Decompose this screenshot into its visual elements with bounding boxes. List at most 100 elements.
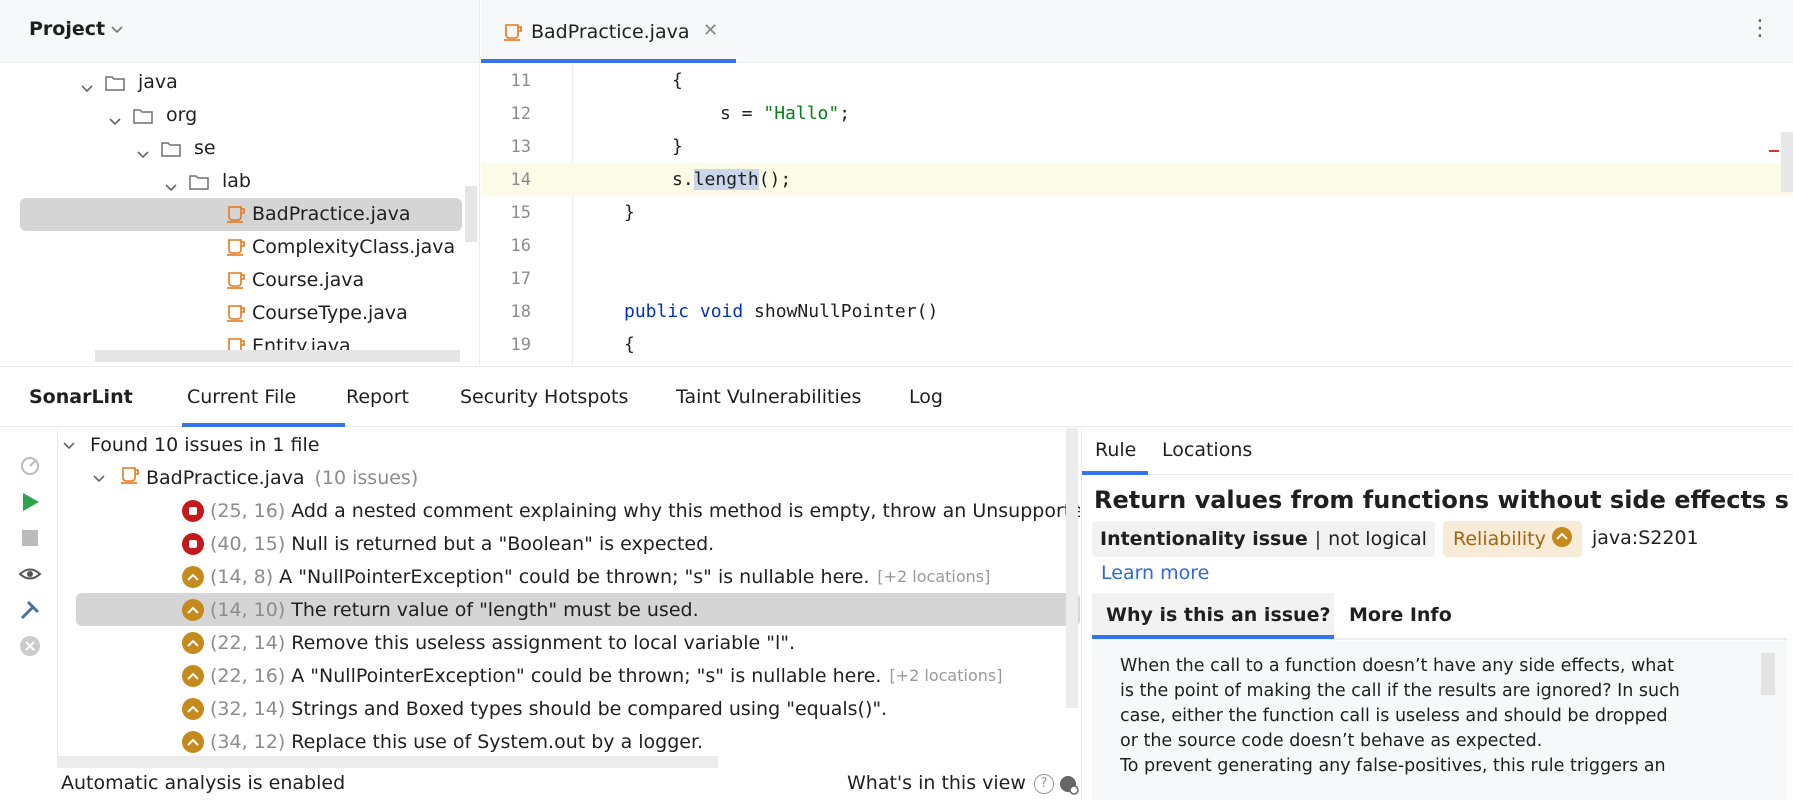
code-line[interactable]: 12 s = "Hallo"; xyxy=(481,97,1793,130)
project-header: Project xyxy=(0,0,480,63)
issue-row[interactable]: (25, 16) Add a nested comment explaining … xyxy=(182,494,1080,527)
java-file-icon xyxy=(226,237,246,262)
issue-row[interactable]: (22, 16) A "NullPointerException" could b… xyxy=(182,659,1002,692)
tree-item[interactable]: BadPractice.java xyxy=(20,198,462,231)
code-line[interactable]: 16 xyxy=(481,229,1793,262)
tab-current-file[interactable]: Current File xyxy=(187,367,296,427)
tab-why-issue-label: Why is this an issue? xyxy=(1106,604,1331,626)
description-scrollbar[interactable] xyxy=(1761,653,1775,695)
active-tab-indicator xyxy=(182,423,345,427)
tab-more-info[interactable]: More Info xyxy=(1349,604,1452,626)
rule-title: Return values from functions without sid… xyxy=(1094,486,1789,514)
chevron-down-icon xyxy=(92,467,106,489)
issue-message: Null is returned but a "Boolean" is expe… xyxy=(291,532,715,555)
tab-log[interactable]: Log xyxy=(909,367,943,427)
editor-scrollbar[interactable] xyxy=(1781,132,1793,192)
impact-quality: Reliability xyxy=(1453,528,1546,550)
editor-tab-label: BadPractice.java xyxy=(531,21,690,43)
code-text: { xyxy=(624,334,635,355)
help-icon[interactable]: ? xyxy=(1034,774,1054,794)
rule-tab-bar: Rule Locations xyxy=(1082,428,1793,475)
tab-security-hotspots[interactable]: Security Hotspots xyxy=(460,367,628,427)
issue-row[interactable]: (22, 14) Remove this useless assignment t… xyxy=(182,626,795,659)
learn-more-link[interactable]: Learn more xyxy=(1101,562,1209,584)
tab-why-issue[interactable]: Why is this an issue? xyxy=(1092,593,1334,639)
java-file-icon xyxy=(503,22,523,42)
code-line[interactable]: 17 xyxy=(481,262,1793,295)
chevron-down-icon xyxy=(136,143,150,165)
issue-location: (22, 16) xyxy=(210,664,286,687)
file-node-row[interactable]: BadPractice.java (10 issues) xyxy=(92,461,418,494)
code-line[interactable]: 14 s.length(); xyxy=(481,163,1793,196)
issue-row[interactable]: (14, 10) The return value of "length" mus… xyxy=(76,593,1080,626)
issue-message: Remove this useless assignment to local … xyxy=(291,631,796,654)
clear-icon[interactable] xyxy=(18,634,42,658)
chevron-down-icon[interactable] xyxy=(110,25,124,35)
error-stripe-marker[interactable] xyxy=(1769,150,1779,152)
tree-item[interactable]: lab xyxy=(0,165,470,198)
tools-icon[interactable] xyxy=(18,598,42,622)
issues-scrollbar[interactable] xyxy=(1066,428,1078,708)
tree-item[interactable]: org xyxy=(0,99,470,132)
stop-icon[interactable] xyxy=(18,526,42,550)
issue-message: Strings and Boxed types should be compar… xyxy=(291,697,888,720)
issue-location: (22, 14) xyxy=(210,631,286,654)
line-number: 14 xyxy=(510,169,531,190)
issue-message: Add a nested comment explaining why this… xyxy=(291,499,1080,522)
issue-row[interactable]: (14, 8) A "NullPointerException" could be… xyxy=(182,560,990,593)
chevron-down-icon xyxy=(80,77,94,99)
editor-tab[interactable]: BadPractice.java ✕ xyxy=(481,0,736,63)
issue-row[interactable]: (32, 14) Strings and Boxed types should b… xyxy=(182,692,887,725)
major-severity-icon xyxy=(182,631,204,654)
code-text: } xyxy=(624,202,635,223)
tree-item[interactable]: CourseType.java xyxy=(0,297,470,330)
code-editor[interactable]: 11 {12 s = "Hallo"; 13} 14 s.length(); 15} 16 17… xyxy=(481,64,1793,365)
issue-extra-locations: [+2 locations] xyxy=(889,666,1003,685)
major-severity-icon xyxy=(182,664,204,687)
rule-description: When the call to a function doesn’t have… xyxy=(1092,641,1787,800)
tab-locations[interactable]: Locations xyxy=(1162,439,1252,461)
major-severity-icon xyxy=(182,598,204,621)
major-severity-icon xyxy=(182,565,204,588)
chevron-down-icon xyxy=(108,110,122,132)
refresh-icon[interactable] xyxy=(18,453,42,477)
tree-item[interactable]: ComplexityClass.java xyxy=(0,231,470,264)
code-line[interactable]: 15} xyxy=(481,196,1793,229)
tab-report[interactable]: Report xyxy=(346,367,409,427)
tree-scrollbar[interactable] xyxy=(465,186,477,242)
tab-rule[interactable]: Rule xyxy=(1095,439,1136,461)
run-icon[interactable] xyxy=(18,490,42,514)
tab-taint-vulnerabilities[interactable]: Taint Vulnerabilities xyxy=(676,367,861,427)
eye-icon[interactable] xyxy=(18,562,42,586)
tree-item[interactable]: se xyxy=(0,132,470,165)
description-line: case, either the function call is useles… xyxy=(1120,706,1668,726)
whats-in-view-link[interactable]: What's in this view xyxy=(847,772,1026,794)
tree-item-label: org xyxy=(166,104,198,126)
active-tab-indicator xyxy=(481,59,736,63)
tree-item[interactable]: Course.java xyxy=(0,264,470,297)
line-number: 17 xyxy=(510,268,531,289)
project-title[interactable]: Project xyxy=(29,18,105,40)
issues-summary-row[interactable]: Found 10 issues in 1 file xyxy=(62,428,319,461)
code-line[interactable]: 11 { xyxy=(481,64,1793,97)
issues-hscrollbar[interactable] xyxy=(58,756,718,768)
description-line: is the point of making the call if the r… xyxy=(1120,681,1680,701)
close-icon[interactable]: ✕ xyxy=(703,20,718,41)
folder-icon xyxy=(188,172,210,197)
folder-icon xyxy=(104,73,126,98)
more-options-icon[interactable]: ⋮ xyxy=(1749,16,1771,41)
settings-icon[interactable] xyxy=(1058,774,1080,800)
tree-hscrollbar[interactable] xyxy=(95,350,460,362)
code-line[interactable]: 13} xyxy=(481,130,1793,163)
issue-location: (14, 8) xyxy=(210,565,274,588)
issue-row[interactable]: (40, 15) Null is returned but a "Boolean"… xyxy=(182,527,714,560)
line-number: 11 xyxy=(510,70,531,91)
issue-row[interactable]: (34, 12) Replace this use of System.out b… xyxy=(182,725,703,758)
line-number: 18 xyxy=(510,301,531,322)
active-tab-indicator xyxy=(1082,471,1148,475)
issue-message: A "NullPointerException" could be thrown… xyxy=(279,565,870,588)
severity-medium-icon xyxy=(1551,526,1572,552)
code-line[interactable]: 19 { xyxy=(481,328,1793,361)
code-line[interactable]: 18 public void showNullPointer() xyxy=(481,295,1793,328)
tree-item[interactable]: java xyxy=(0,66,470,99)
